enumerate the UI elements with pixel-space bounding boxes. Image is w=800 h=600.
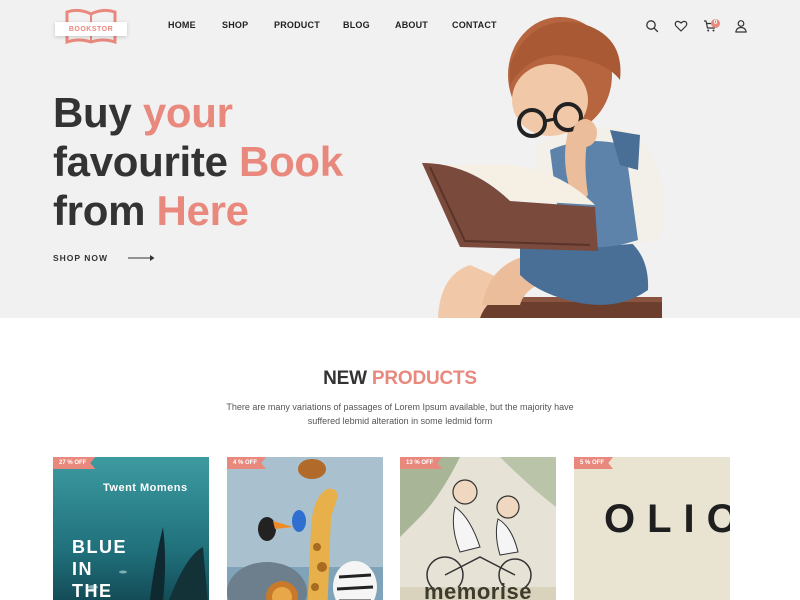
brand-logo[interactable]: BOOKSTOR xyxy=(55,6,127,46)
hero-line-1: Buy your xyxy=(53,89,233,136)
nav-item-blog[interactable]: BLOG xyxy=(343,20,370,30)
shop-now-label: SHOP NOW xyxy=(53,253,109,263)
new-products-title: NEW PRODUCTS xyxy=(323,368,477,389)
new-products-description: There are many variations of passages of… xyxy=(226,402,574,426)
hero-child-reading-image xyxy=(420,17,665,318)
product-card[interactable]: 27 % OFF Twent Momens BLUE IN THE xyxy=(53,457,209,600)
shop-now-button[interactable]: SHOP NOW xyxy=(53,253,156,263)
nav-item-shop[interactable]: SHOP xyxy=(222,20,248,30)
cover-text: THE xyxy=(72,581,113,600)
logo-band: BOOKSTOR xyxy=(55,22,127,36)
cover-title: Twent Momens xyxy=(103,482,188,494)
discount-badge: 27 % OFF xyxy=(53,457,96,469)
product-card[interactable]: 4 % OFF xyxy=(227,457,383,600)
logo-text: BOOKSTOR xyxy=(68,25,114,33)
discount-badge: 13 % OFF xyxy=(400,457,443,469)
hero-headline: Buy your favourite Book from Here xyxy=(53,88,393,235)
cover-text: OLIO xyxy=(604,497,730,541)
cart-count-badge: 0 xyxy=(711,19,720,28)
discount-badge: 5 % OFF xyxy=(574,457,614,469)
nav-item-home[interactable]: HOME xyxy=(168,20,196,30)
book-cover-image xyxy=(227,457,383,600)
hero-line-3: from Here xyxy=(53,187,249,234)
cover-text: memorise xyxy=(424,579,532,600)
hero-line-2: favourite Book xyxy=(53,138,343,185)
user-icon[interactable] xyxy=(734,19,748,33)
cover-text: BLUE xyxy=(72,537,127,557)
nav-item-product[interactable]: PRODUCT xyxy=(274,20,320,30)
arrow-right-icon xyxy=(128,255,155,261)
product-card[interactable]: 5 % OFF OLIO xyxy=(574,457,730,600)
cover-text: IN xyxy=(72,559,93,579)
hero-banner: BOOKSTOR HOME SHOP PRODUCT BLOG ABOUT CO… xyxy=(0,0,800,318)
discount-badge: 4 % OFF xyxy=(227,457,267,469)
product-card[interactable]: 13 % OFF memorise xyxy=(400,457,556,600)
